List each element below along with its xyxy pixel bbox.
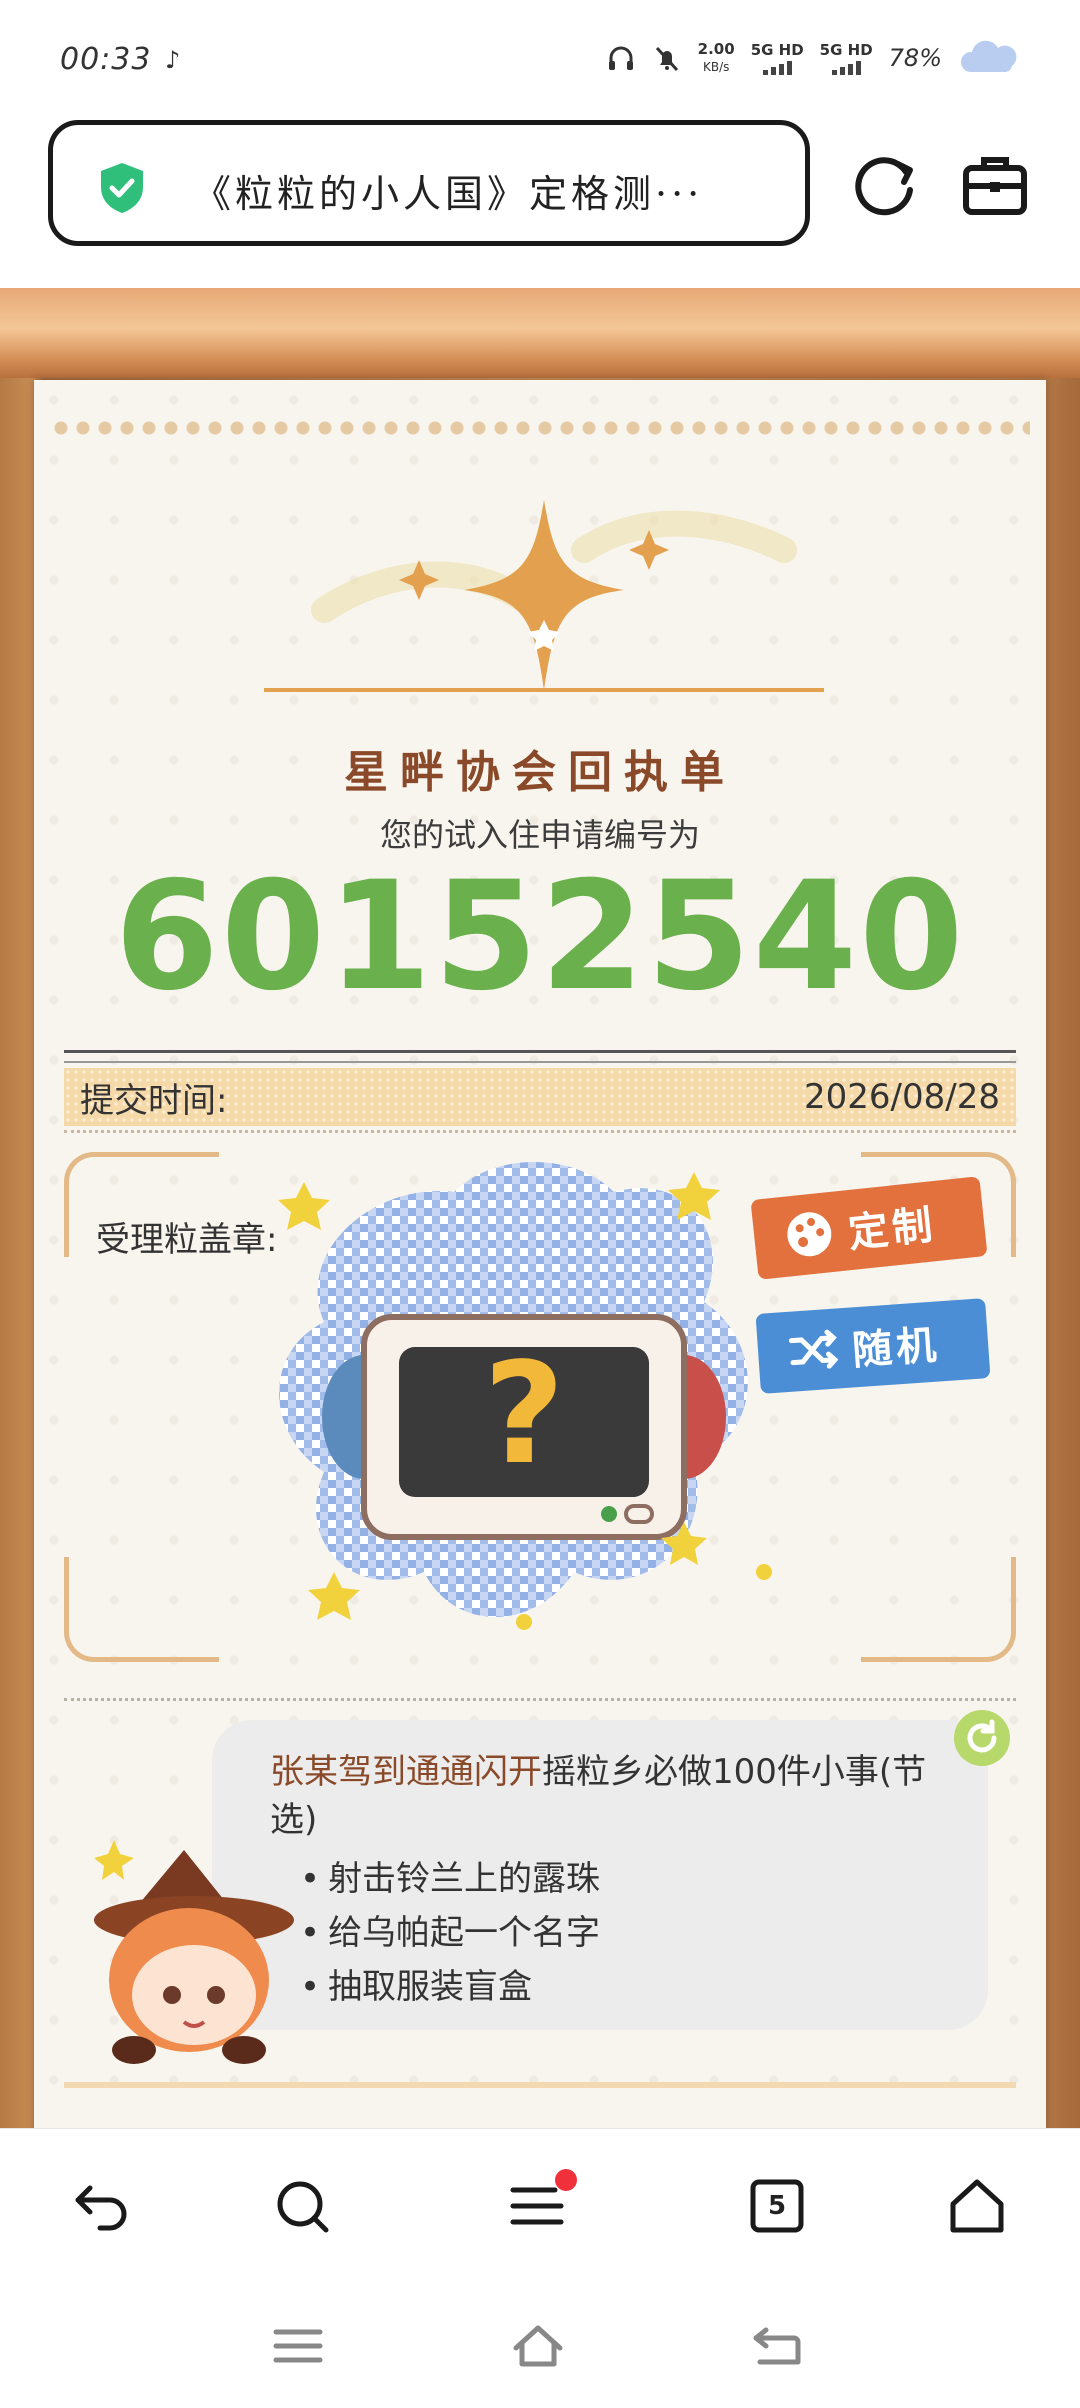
sim2-signal: 5G HD	[820, 41, 873, 75]
battery-percent: 78%	[888, 44, 942, 72]
receipt-title: 星畔协会回执单	[344, 747, 736, 798]
refresh-tips-icon[interactable]	[952, 1708, 1012, 1768]
submit-date: 2026/08/28	[804, 1077, 1000, 1117]
system-navigation	[0, 2278, 1080, 2408]
palette-icon	[787, 1212, 832, 1257]
battery-cloud-icon	[960, 40, 1017, 72]
tip-highlight: 张某驾到通通闪开	[270, 1752, 542, 1792]
back-icon[interactable]	[70, 2174, 134, 2238]
random-button-label: 随机	[850, 1322, 942, 1375]
shield-check-icon	[101, 163, 143, 213]
notification-badge	[555, 2169, 577, 2191]
application-number: 60152540	[114, 850, 966, 1024]
network-speed: 2.00 KB/s	[698, 40, 735, 76]
status-icons: 2.00 KB/s 5G HD 5G HD 78%	[606, 36, 1020, 80]
tab-count: 5	[767, 2191, 787, 2221]
address-bar[interactable]: 《粒粒的小人国》定格测···	[48, 120, 810, 246]
divider	[64, 2082, 1016, 2088]
signal-bars-icon	[831, 59, 861, 75]
web-content: 星畔协会回执单 您的试入住申请编号为 60152540 提交时间: 2026/0…	[0, 288, 1080, 2128]
wood-shelf	[0, 288, 1080, 378]
system-home-icon[interactable]	[510, 2318, 566, 2374]
random-button[interactable]: 随机	[755, 1298, 991, 1394]
tip-heading: 张某驾到通通闪开摇粒乡必做100件小事(节选)	[270, 1748, 948, 1844]
stamp-label: 受理粒盖章:	[96, 1220, 278, 1260]
sim1-signal: 5G HD	[751, 41, 804, 75]
frame-corner	[861, 1557, 1016, 1662]
divider	[64, 1130, 1016, 1133]
sim2-label: 5G HD	[819, 41, 873, 59]
status-bar: 00:33 ♪ 2.00 KB/s 5G HD 5G HD 78%	[0, 0, 1080, 110]
divider	[64, 1698, 1016, 1701]
browser-toolbar: 5	[0, 2128, 1080, 2279]
submit-time-label: 提交时间:	[80, 1080, 228, 1121]
home-icon[interactable]	[945, 2174, 1009, 2238]
toolbox-icon[interactable]	[960, 150, 1030, 220]
tip-list: 射击铃兰上的露珠 给乌帕起一个名字 抽取服装盲盒	[270, 1852, 948, 2014]
perforation	[50, 420, 1030, 436]
mystery-stamp-icon[interactable]: ?	[264, 1152, 824, 1662]
search-icon[interactable]	[270, 2174, 334, 2238]
mute-bell-icon	[655, 46, 678, 72]
list-item: 给乌帕起一个名字	[300, 1906, 948, 1960]
list-item: 抽取服装盲盒	[300, 1960, 948, 2014]
signal-bars-icon	[762, 59, 792, 75]
page-title[interactable]: 《粒粒的小人国》定格测···	[193, 163, 803, 218]
system-back-icon[interactable]	[750, 2318, 806, 2374]
headphones-icon	[608, 46, 633, 70]
submit-time-row: 提交时间: 2026/08/28	[64, 1068, 1016, 1126]
status-time: 00:33	[60, 42, 152, 77]
divider	[64, 1050, 1016, 1063]
sim1-label: 5G HD	[750, 41, 804, 59]
list-item: 射击铃兰上的露珠	[300, 1852, 948, 1906]
tip-card: 张某驾到通通闪开摇粒乡必做100件小事(节选) 射击铃兰上的露珠 给乌帕起一个名…	[212, 1720, 988, 2030]
music-note-icon: ♪	[165, 46, 181, 74]
net-speed-value: 2.00	[697, 40, 735, 58]
frame-corner	[64, 1557, 219, 1662]
recent-apps-icon[interactable]	[270, 2318, 326, 2374]
tabs-button[interactable]: 5	[745, 2174, 809, 2238]
reload-icon[interactable]	[850, 150, 920, 220]
shuffle-icon	[788, 1329, 839, 1369]
svg-text:?: ?	[483, 1333, 564, 1496]
mascot-girl-icon	[94, 1840, 294, 2064]
custom-button-label: 定制	[846, 1202, 939, 1258]
net-speed-unit: KB/s	[702, 60, 730, 74]
